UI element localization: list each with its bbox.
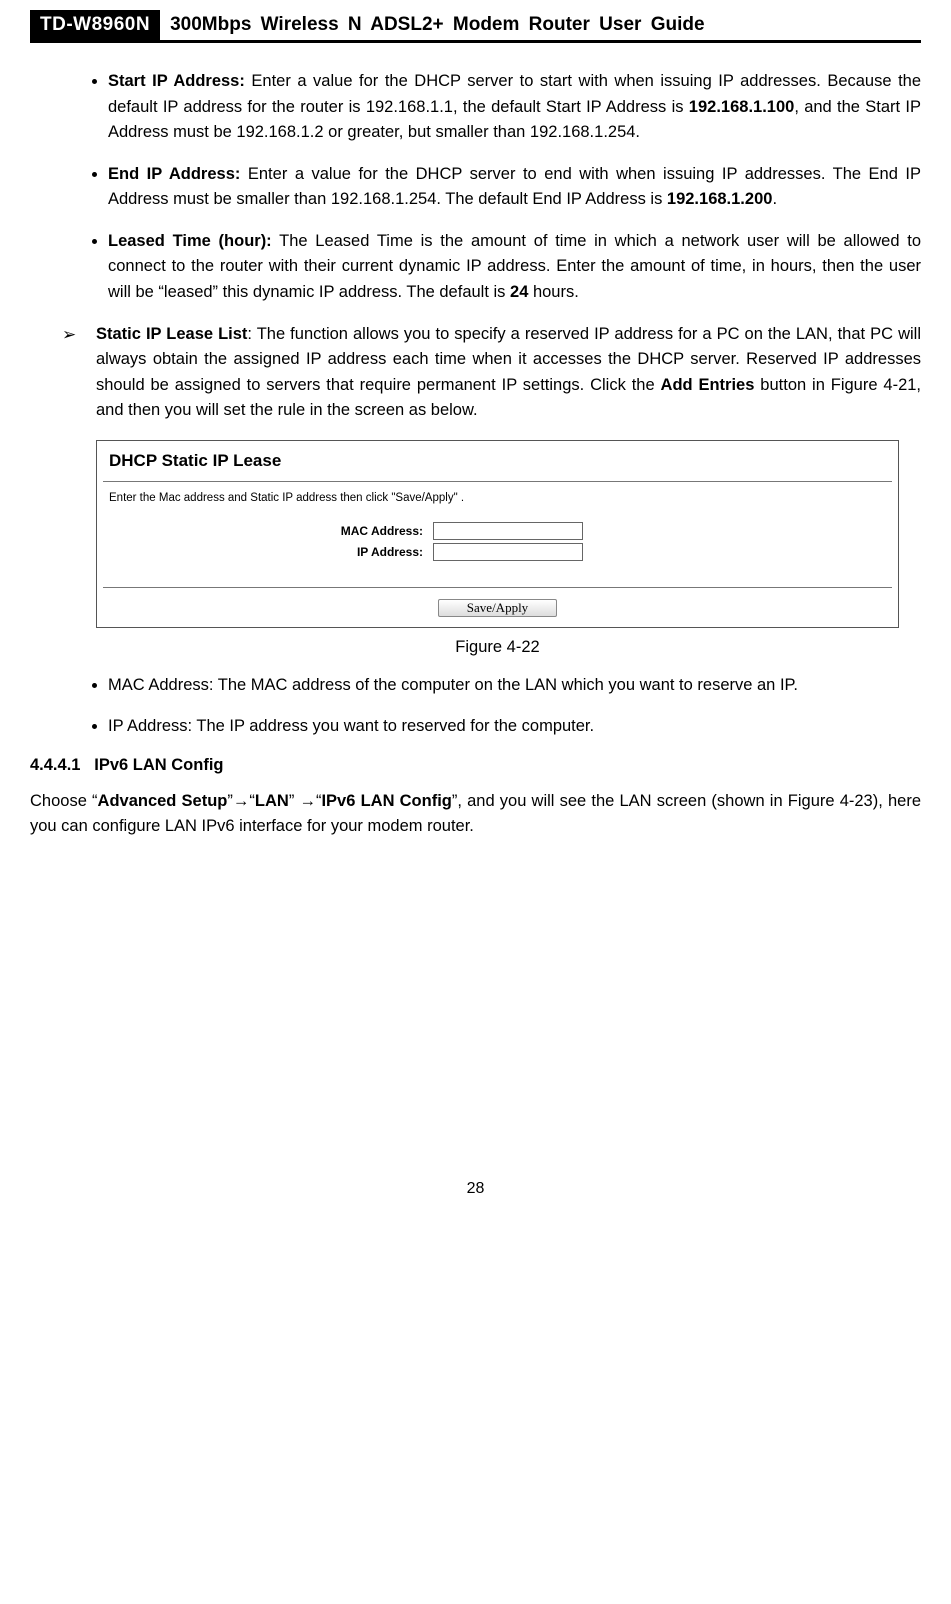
header-model: TD-W8960N	[30, 10, 160, 40]
label-start-ip: Start IP Address:	[108, 72, 245, 90]
divider	[103, 587, 892, 588]
screenshot-instruction: Enter the Mac address and Static IP addr…	[109, 492, 892, 504]
document-header: TD-W8960N 300Mbps Wireless N ADSL2+ Mode…	[30, 10, 921, 43]
label-ip-address: IP Address:	[103, 545, 433, 559]
label-static-ip-lease: Static IP Lease List	[96, 325, 247, 343]
header-title: 300Mbps Wireless N ADSL2+ Modem Router U…	[160, 10, 704, 40]
bullet-leased-time: Leased Time (hour): The Leased Time is t…	[108, 229, 921, 306]
bold-value: 24	[510, 283, 528, 301]
arrow-static-ip-lease: Static IP Lease List: The function allow…	[74, 322, 921, 424]
text: ”→“	[227, 792, 255, 810]
section-number: 4.4.4.1	[30, 756, 80, 774]
ip-address-input[interactable]	[433, 543, 583, 561]
save-apply-button[interactable]: Save/Apply	[438, 599, 557, 617]
text: .	[772, 190, 777, 208]
label-leased: Leased Time (hour):	[108, 232, 272, 250]
form-row-mac: MAC Address:	[103, 522, 892, 540]
bullet-start-ip: Start IP Address: Enter a value for the …	[108, 69, 921, 146]
form-row-ip: IP Address:	[103, 543, 892, 561]
text: Choose “	[30, 792, 98, 810]
nav-paragraph: Choose “Advanced Setup”→“LAN” →“IPv6 LAN…	[30, 789, 921, 840]
divider	[103, 481, 892, 482]
nav-advanced-setup: Advanced Setup	[98, 792, 228, 810]
bullet-end-ip: End IP Address: Enter a value for the DH…	[108, 162, 921, 213]
label-mac-address: MAC Address:	[103, 524, 433, 538]
section-title: IPv6 LAN Config	[94, 756, 223, 774]
bullet-list-top: Start IP Address: Enter a value for the …	[74, 69, 921, 306]
page-number: 28	[30, 1180, 921, 1198]
bold-value: 192.168.1.200	[667, 190, 773, 208]
figure-caption: Figure 4-22	[74, 638, 921, 657]
bullet-ip-address: IP Address: The IP address you want to r…	[108, 714, 921, 740]
bold-add-entries: Add Entries	[661, 376, 755, 394]
bullet-list-bottom: MAC Address: The MAC address of the comp…	[74, 673, 921, 740]
mac-address-input[interactable]	[433, 522, 583, 540]
screenshot-panel: DHCP Static IP Lease Enter the Mac addre…	[96, 440, 899, 628]
nav-ipv6-lan-config: IPv6 LAN Config	[321, 792, 451, 810]
section-heading: 4.4.4.1 IPv6 LAN Config	[30, 756, 921, 775]
bold-value: 192.168.1.100	[689, 98, 795, 116]
text: ” →“	[289, 792, 322, 810]
label-end-ip: End IP Address:	[108, 165, 240, 183]
nav-lan: LAN	[255, 792, 289, 810]
text: hours.	[528, 283, 578, 301]
bullet-mac-address: MAC Address: The MAC address of the comp…	[108, 673, 921, 699]
screenshot-title: DHCP Static IP Lease	[109, 451, 892, 471]
